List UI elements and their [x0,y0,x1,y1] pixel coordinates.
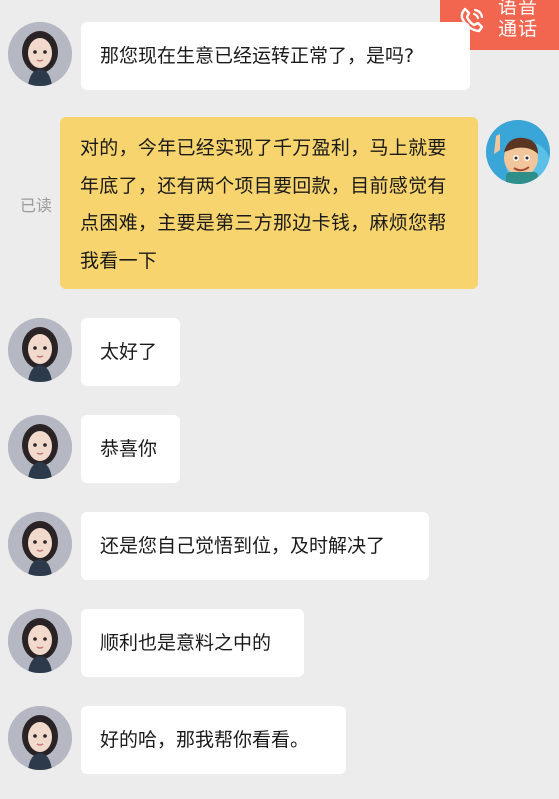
message-text: 对的，今年已经实现了千万盈利，马上就要年底了，还有两个项目要回款，目前感觉有点困… [80,137,447,272]
voice-call-label: 语音 通话 [498,0,538,40]
read-status: 已读 [20,196,53,215]
message-bubble[interactable]: 顺利也是意料之中的 [81,609,304,677]
message-text: 那您现在生意已经运转正常了，是吗? [100,45,415,67]
message-bubble[interactable]: 太好了 [81,318,180,386]
contact-avatar[interactable] [8,706,72,770]
message-text: 恭喜你 [100,438,158,460]
message-bubble[interactable]: 那您现在生意已经运转正常了，是吗? [81,22,470,90]
message-text: 好的哈，那我帮你看看。 [100,729,310,751]
message-text: 顺利也是意料之中的 [100,632,272,654]
message-text: 还是您自己觉悟到位，及时解决了 [100,535,386,557]
contact-avatar[interactable] [8,609,72,673]
message-bubble[interactable]: 好的哈，那我帮你看看。 [81,706,346,774]
outgoing-message-bubble[interactable]: 对的，今年已经实现了千万盈利，马上就要年底了，还有两个项目要回款，目前感觉有点困… [60,117,478,289]
voice-call-label-line2: 通话 [498,18,539,40]
contact-avatar[interactable] [8,318,72,382]
message-bubble[interactable]: 还是您自己觉悟到位，及时解决了 [81,512,429,580]
user-avatar[interactable] [486,120,550,184]
message-text: 太好了 [100,341,158,363]
message-bubble[interactable]: 恭喜你 [81,415,180,483]
voice-call-label-line1: 语音 [498,0,539,18]
contact-avatar[interactable] [8,415,72,479]
contact-avatar[interactable] [8,512,72,576]
contact-avatar[interactable] [8,22,72,86]
